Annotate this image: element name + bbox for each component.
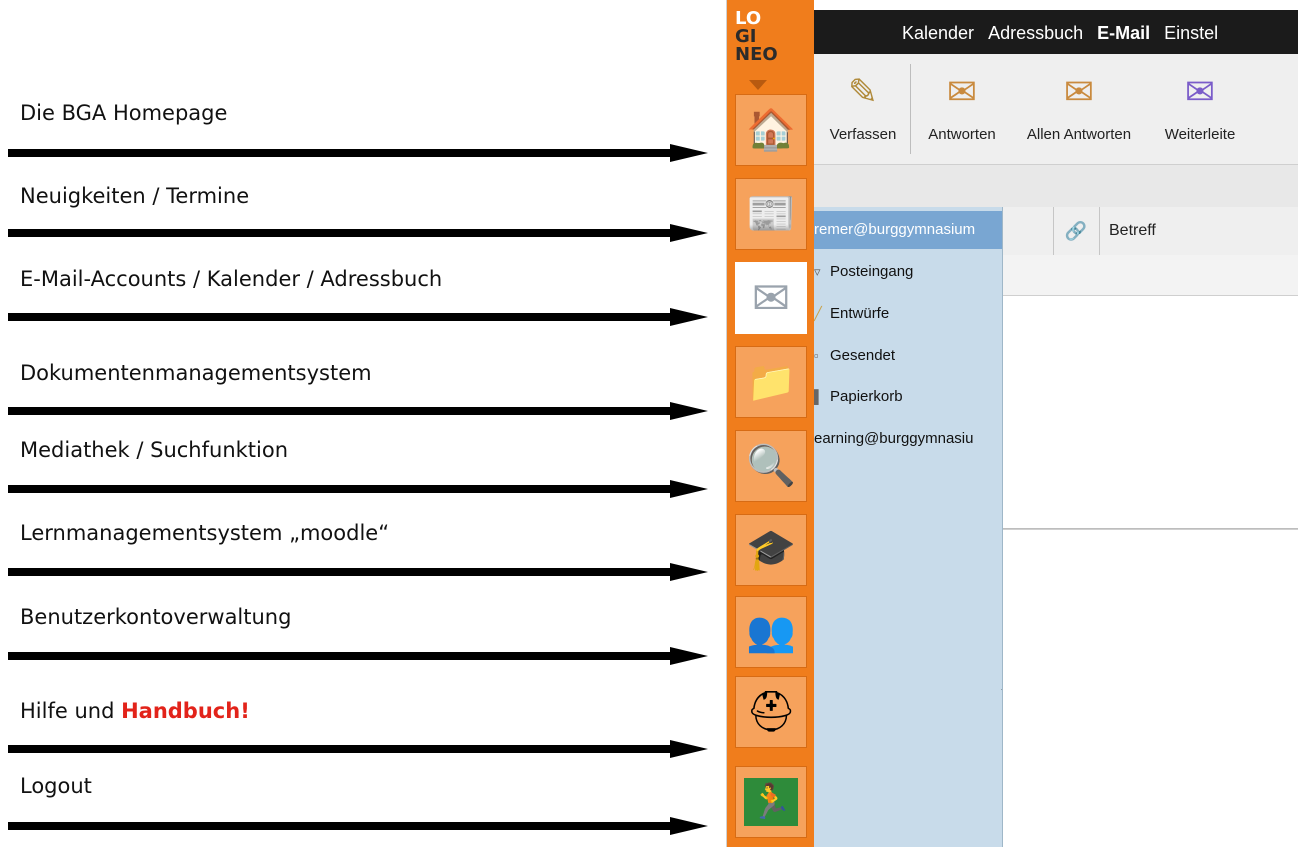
arrow-icon (8, 563, 708, 581)
logo-line3: NEO (735, 44, 778, 65)
logineo-logo: LO GI NEO (735, 10, 781, 90)
annotation-label: Dokumentenmanagementsystem (20, 361, 372, 385)
message-list: 🔗 Betreff (1003, 207, 1298, 847)
rail-search-button[interactable]: 🔍 (735, 430, 807, 502)
envelope-icon: ✉ (751, 272, 791, 324)
toolbar-strip (814, 165, 1298, 208)
compose-button[interactable]: ✎ Verfassen (820, 54, 906, 164)
folder-trash[interactable]: ▌ Papierkorb (814, 382, 903, 412)
reply-all-label: Allen Antworten (1026, 126, 1132, 143)
exit-icon: 🏃 (743, 778, 799, 826)
annotation-label: Neuigkeiten / Termine (20, 184, 250, 208)
rail-logout-button[interactable]: 🏃 (735, 766, 807, 838)
folder-drafts[interactable]: ╱ Entwürfe (814, 299, 889, 329)
arrow-icon (8, 740, 708, 758)
reply-all-icon: ✉ (1063, 71, 1095, 112)
nav-email[interactable]: E-Mail (1097, 23, 1150, 43)
arrow-icon (8, 144, 708, 162)
rail-accounts-button[interactable]: 👥 (735, 596, 807, 668)
account-item-1[interactable]: remer@burggymnasium (814, 211, 1002, 249)
lifebuoy-icon: ⛑ (745, 690, 797, 734)
reply-icon: ✉ (946, 71, 978, 112)
annotation-label: E-Mail-Accounts / Kalender / Adressbuch (20, 267, 443, 291)
forward-icon: ✉ (1184, 71, 1216, 112)
attachment-column-icon[interactable]: 🔗 (1053, 207, 1100, 255)
column-select[interactable] (1003, 207, 1054, 255)
folder-inbox-label: Posteingang (830, 263, 914, 280)
annotation-label: Logout (20, 774, 92, 798)
account-item-2[interactable]: earning@burggymnasiu (814, 424, 974, 454)
arrow-icon (8, 308, 708, 326)
reply-button[interactable]: ✉ Antworten (914, 54, 1010, 164)
column-subject[interactable]: Betreff (1109, 207, 1156, 255)
mail-toolbar: ✎ Verfassen ✉ Antworten ✉ Allen Antworte… (814, 54, 1298, 165)
annotation-highlight: Handbuch! (121, 699, 250, 723)
annotation-label: Benutzerkontoverwaltung (20, 605, 292, 629)
pencil-icon: ✎ (847, 71, 879, 112)
magnifier-icon: 🔍 (746, 444, 796, 488)
arrow-icon (8, 224, 708, 242)
annotation-label: Hilfe und Handbuch! (20, 699, 250, 723)
rail-documents-button[interactable]: 📁 (735, 346, 807, 418)
reply-label: Antworten (928, 126, 996, 143)
logo-notch (749, 80, 767, 90)
users-icon: 👥 (746, 610, 796, 654)
newspaper-icon: 📰 (746, 192, 796, 236)
message-list-body (1003, 296, 1298, 529)
annotation-label: Mediathek / Suchfunktion (20, 438, 289, 462)
compose-label: Verfassen (829, 126, 897, 143)
folder-sent-label: Gesendet (830, 347, 896, 364)
top-nav-bar: Kalender Adressbuch E-Mail Einstel (814, 10, 1298, 54)
annotation-label: Lernmanagementsystem „moodle“ (20, 521, 390, 545)
arrow-icon (8, 480, 708, 498)
folder-sent[interactable]: ▫ Gesendet (814, 341, 895, 371)
annotation-label-text: Hilfe und (20, 699, 122, 723)
nav-addressbook[interactable]: Adressbuch (988, 23, 1083, 43)
sent-icon: ▫ (814, 348, 819, 363)
reply-all-button[interactable]: ✉ Allen Antworten (1010, 54, 1148, 164)
rail-mail-button[interactable]: ✉ (735, 262, 807, 334)
drafts-icon: ╱ (814, 306, 822, 321)
trash-icon: ▌ (814, 389, 824, 404)
folder-icon: 📁 (746, 360, 796, 404)
folder-drafts-label: Entwürfe (830, 305, 890, 322)
toolbar-separator (910, 64, 911, 154)
forward-button[interactable]: ✉ Weiterleite (1148, 54, 1252, 164)
nav-calendar[interactable]: Kalender (902, 23, 974, 43)
rail-moodle-button[interactable]: 🎓 (735, 514, 807, 586)
side-rail: LO GI NEO 🏠 📰 ✉ 📁 🔍 🎓 👥 ⛑ 🏃 (727, 0, 814, 847)
rail-home-button[interactable]: 🏠 (735, 94, 807, 166)
arrow-icon (8, 647, 708, 665)
arrow-icon (8, 817, 708, 835)
arrow-icon (8, 402, 708, 420)
top-nav: Kalender Adressbuch E-Mail Einstel (902, 23, 1232, 44)
forward-label: Weiterleite (1164, 126, 1236, 143)
rail-help-button[interactable]: ⛑ (735, 676, 807, 748)
moodle-icon: 🎓 (746, 528, 796, 572)
nav-settings[interactable]: Einstel (1164, 23, 1218, 43)
logineo-app: LO GI NEO 🏠 📰 ✉ 📁 🔍 🎓 👥 ⛑ 🏃 Kalender Adre… (726, 0, 1298, 847)
message-list-header: 🔗 Betreff (1003, 207, 1298, 256)
inbox-icon: ▿ (814, 264, 821, 279)
message-preview (1003, 529, 1298, 847)
folder-pane: remer@burggymnasium ▿ Posteingang ╱ Entwür… (814, 207, 1003, 847)
message-list-filter-row (1003, 255, 1298, 296)
house-icon: 🏠 (746, 108, 796, 152)
folder-inbox[interactable]: ▿ Posteingang (814, 257, 913, 287)
rail-news-button[interactable]: 📰 (735, 178, 807, 250)
annotation-label: Die BGA Homepage (20, 101, 228, 125)
folder-trash-label: Papierkorb (830, 388, 903, 405)
